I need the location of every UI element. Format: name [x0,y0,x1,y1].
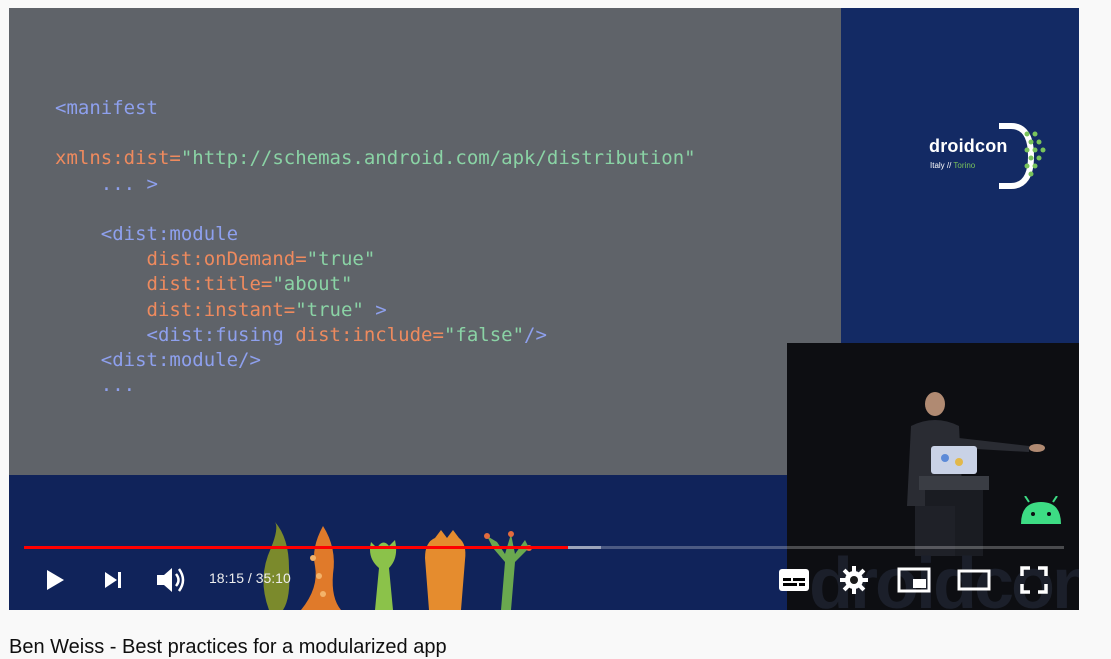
code-line: dist:onDemand="true" [55,247,696,272]
play-button[interactable] [34,560,74,600]
code-token: "false" [443,323,525,346]
code-token: xmlns:dist= [55,147,181,170]
mascot-illustrations [263,522,532,610]
code-token: "http://schemas.android.com/apk/distribu… [180,147,696,170]
next-icon [105,572,121,588]
gear-icon [840,566,868,594]
code-line: <manifest [55,96,696,121]
code-token: "true" [295,298,364,321]
video-player[interactable]: <manifest xmlns:dist="http://schemas.andr… [9,8,1079,610]
code-token: ... [55,374,136,397]
code-token: ... > [55,172,158,195]
code-token: dist:onDemand= [55,248,307,271]
code-token: > [363,298,387,321]
code-token: "about" [272,273,353,296]
settings-button[interactable] [833,560,875,600]
fullscreen-button[interactable] [1013,560,1055,600]
fullscreen-icon [1020,566,1048,594]
volume-button[interactable] [149,560,193,600]
code-line: ... > [55,172,696,197]
code-line: <dist:fusing dist:include="false"/> [55,323,696,348]
code-line: <dist:module [55,222,696,247]
droidcon-logo: droidcon Italy // Torino [927,120,1062,192]
code-line: <dist:module/> [55,348,696,373]
theater-mode-button[interactable] [953,560,995,600]
miniplayer-icon [897,567,931,593]
next-button[interactable] [95,560,131,600]
code-snippet: <manifest xmlns:dist="http://schemas.andr… [55,96,696,398]
subtitles-button[interactable] [773,560,815,600]
code-token: dist:instant= [55,298,296,321]
code-token: <manifest [55,97,158,119]
code-line: dist:title="about" [55,272,696,297]
play-icon [47,570,64,590]
code-token: /> [524,323,547,346]
code-token: "true" [306,248,376,271]
speaker-figure [907,392,1045,556]
code-token: <dist:fusing [55,323,296,346]
volume-icon [157,568,185,592]
miniplayer-button[interactable] [893,560,935,600]
code-token: dist:include= [295,323,444,346]
code-token: <dist:module [55,222,239,245]
progress-played [24,546,568,549]
logo-bracket-icon [999,123,1046,189]
android-mascot-icon [1021,496,1061,524]
subtitles-icon [779,569,809,591]
theater-mode-icon [957,569,991,591]
presentation-slide: <manifest xmlns:dist="http://schemas.andr… [9,8,841,475]
code-token: dist:title= [55,273,273,296]
code-line: dist:instant="true" > [55,298,696,323]
code-line: xmlns:dist="http://schemas.android.com/a… [55,146,696,171]
progress-bar[interactable] [24,546,1064,549]
code-line: ... [55,373,696,398]
code-token: <dist:module/> [55,348,261,371]
time-display: 18:15 / 35:10 [209,570,291,586]
